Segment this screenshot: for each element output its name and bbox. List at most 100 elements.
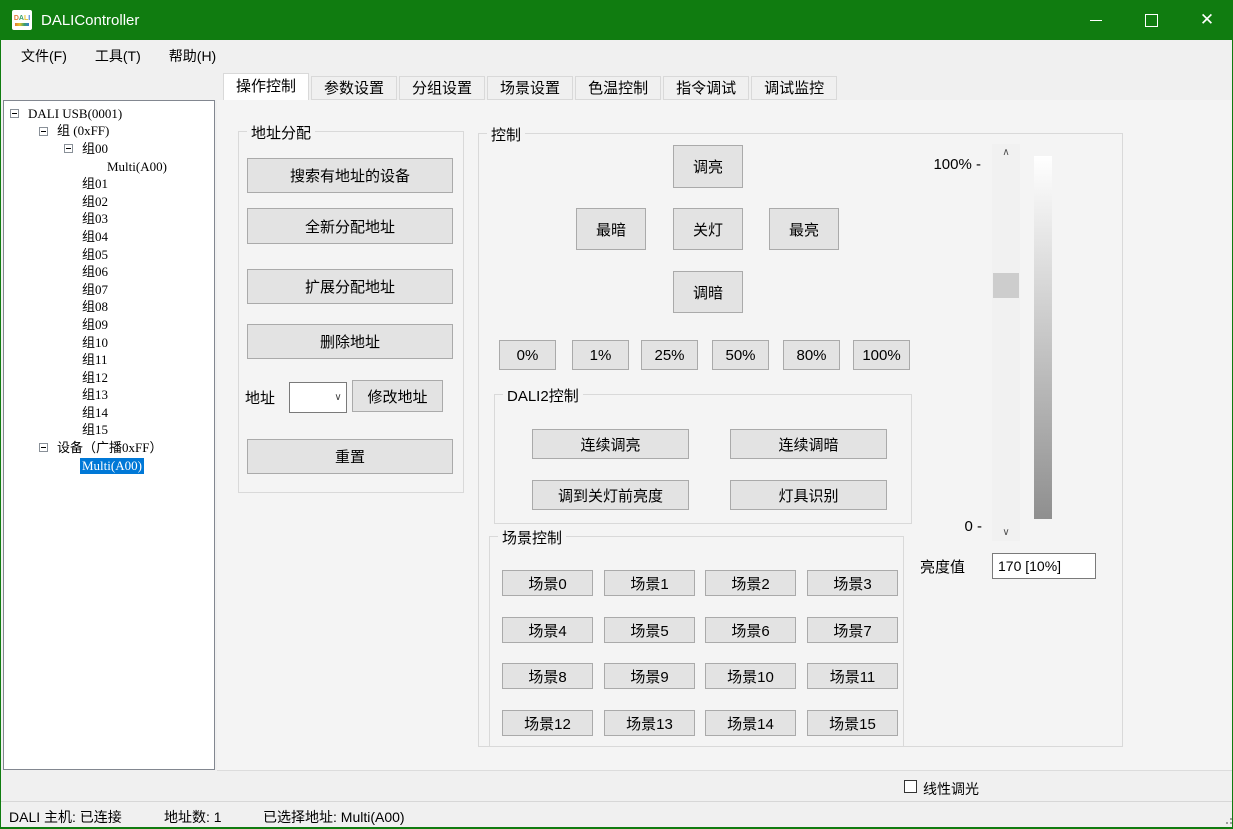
tree-item[interactable]: 组06 [4,263,214,281]
tree-item[interactable]: 组12 [4,369,214,387]
percent-50-button[interactable]: 50% [712,340,769,370]
scene-6-button[interactable]: 场景6 [705,617,796,643]
tree-item-label[interactable]: 组 (0xFF) [55,123,111,139]
scroll-down-icon[interactable]: ∨ [992,524,1020,541]
tree-item[interactable]: 组 (0xFF) [4,123,214,141]
modify-address-button[interactable]: 修改地址 [352,380,443,412]
reset-button[interactable]: 重置 [247,439,453,474]
tab-parameters[interactable]: 参数设置 [311,76,397,100]
assign-extended-address-button[interactable]: 扩展分配地址 [247,269,453,304]
collapse-icon[interactable] [10,109,19,118]
tree-item-label[interactable]: 组05 [80,247,110,263]
tree-item[interactable]: 组15 [4,422,214,440]
tree-item-label[interactable]: 组12 [80,370,110,386]
dim-up-button[interactable]: 调亮 [673,145,743,188]
scene-3-button[interactable]: 场景3 [807,570,898,596]
tree-item[interactable]: 组08 [4,299,214,317]
lamp-identify-button[interactable]: 灯具识别 [730,480,887,510]
resize-grip-icon[interactable] [1226,814,1228,816]
tree-item-label[interactable]: 组13 [80,387,110,403]
tree-item[interactable]: 组09 [4,316,214,334]
scene-7-button[interactable]: 场景7 [807,617,898,643]
scene-12-button[interactable]: 场景12 [502,710,593,736]
scene-0-button[interactable]: 场景0 [502,570,593,596]
continuous-dim-up-button[interactable]: 连续调亮 [532,429,689,459]
scrollbar-thumb[interactable] [993,273,1019,298]
minimize-button[interactable] [1073,0,1119,40]
scene-11-button[interactable]: 场景11 [807,663,898,689]
tree-item-label[interactable]: 组08 [80,299,110,315]
tree-item-label[interactable]: DALI USB(0001) [26,106,124,122]
tree-item[interactable]: Multi(A00) [4,457,214,475]
menu-item-file[interactable]: 文件(F) [7,40,81,72]
tree-item[interactable]: 组03 [4,211,214,229]
tree-item[interactable]: 组13 [4,387,214,405]
scene-8-button[interactable]: 场景8 [502,663,593,689]
scene-2-button[interactable]: 场景2 [705,570,796,596]
collapse-icon[interactable] [39,127,48,136]
tree-item-label[interactable]: 组02 [80,194,110,210]
tree-item-label[interactable]: 设备（广播0xFF） [55,440,164,456]
percent-1-button[interactable]: 1% [572,340,629,370]
dim-down-button[interactable]: 调暗 [673,271,743,313]
menu-item-help[interactable]: 帮助(H) [155,40,230,72]
tree-item-label[interactable]: 组06 [80,264,110,280]
brightness-scrollbar[interactable]: ∧ ∨ [992,144,1020,541]
scene-5-button[interactable]: 场景5 [604,617,695,643]
tree-item[interactable]: 组14 [4,404,214,422]
search-addressed-devices-button[interactable]: 搜索有地址的设备 [247,158,453,193]
tree-item[interactable]: Multi(A00) [4,158,214,176]
tab-scene-setup[interactable]: 场景设置 [487,76,573,100]
scroll-up-icon[interactable]: ∧ [992,144,1020,161]
tree-item-label[interactable]: Multi(A00) [105,159,169,175]
linear-dimming-checkbox[interactable] [904,780,917,793]
maximize-button[interactable] [1128,0,1174,40]
scene-14-button[interactable]: 场景14 [705,710,796,736]
delete-address-button[interactable]: 删除地址 [247,324,453,359]
percent-80-button[interactable]: 80% [783,340,840,370]
assign-new-address-button[interactable]: 全新分配地址 [247,208,453,244]
percent-100-button[interactable]: 100% [853,340,910,370]
address-combobox[interactable]: ∨ [289,382,347,413]
tree-item-label[interactable]: Multi(A00) [80,458,144,474]
close-button[interactable]: ✕ [1184,0,1230,40]
tab-command-debug[interactable]: 指令调试 [663,76,749,100]
tab-debug-monitor[interactable]: 调试监控 [751,76,837,100]
scene-10-button[interactable]: 场景10 [705,663,796,689]
tree-item[interactable]: 设备（广播0xFF） [4,439,214,457]
tree-item-label[interactable]: 组10 [80,335,110,351]
tab-operation[interactable]: 操作控制 [223,73,309,100]
menu-item-tools[interactable]: 工具(T) [81,40,155,72]
percent-25-button[interactable]: 25% [641,340,698,370]
tab-color-temp[interactable]: 色温控制 [575,76,661,100]
tree-item[interactable]: DALI USB(0001) [4,105,214,123]
tree-item-label[interactable]: 组11 [80,352,110,368]
tree-item-label[interactable]: 组09 [80,317,110,333]
tree-item-label[interactable]: 组03 [80,211,110,227]
tab-grouping[interactable]: 分组设置 [399,76,485,100]
collapse-icon[interactable] [64,144,73,153]
tree-item[interactable]: 组00 [4,140,214,158]
tree-item[interactable]: 组01 [4,175,214,193]
tree-item[interactable]: 组05 [4,246,214,264]
tree-item-label[interactable]: 组07 [80,282,110,298]
tree-item-label[interactable]: 组04 [80,229,110,245]
recall-last-level-button[interactable]: 调到关灯前亮度 [532,480,689,510]
lamp-off-button[interactable]: 关灯 [673,208,743,250]
brightness-value-box[interactable]: 170 [10%] [992,553,1096,579]
scene-1-button[interactable]: 场景1 [604,570,695,596]
max-level-button[interactable]: 最亮 [769,208,839,250]
tree-item[interactable]: 组02 [4,193,214,211]
scene-13-button[interactable]: 场景13 [604,710,695,736]
tree-item[interactable]: 组07 [4,281,214,299]
continuous-dim-down-button[interactable]: 连续调暗 [730,429,887,459]
tree-item[interactable]: 组10 [4,334,214,352]
tree-item-label[interactable]: 组01 [80,176,110,192]
tree-item-label[interactable]: 组14 [80,405,110,421]
scene-9-button[interactable]: 场景9 [604,663,695,689]
tree-item[interactable]: 组04 [4,228,214,246]
tree-item-label[interactable]: 组15 [80,422,110,438]
collapse-icon[interactable] [39,443,48,452]
tree-item[interactable]: 组11 [4,351,214,369]
scene-15-button[interactable]: 场景15 [807,710,898,736]
